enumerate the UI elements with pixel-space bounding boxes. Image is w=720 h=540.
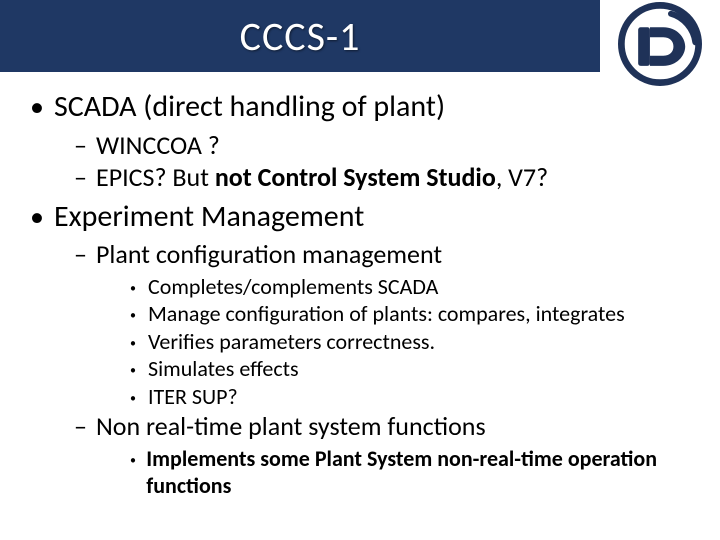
- bullet-dash-icon: –: [74, 410, 96, 442]
- bullet-dot-icon: •: [130, 392, 148, 406]
- bullet-text: Verifies parameters correctness.: [148, 328, 435, 356]
- logo-icon: [618, 2, 702, 86]
- bullet-text: Non real-time plant system functions: [96, 410, 486, 443]
- bullet-text: EPICS? But not Control System Studio, V7…: [96, 161, 548, 194]
- bullet-text: SCADA (direct handling of plant): [54, 90, 445, 125]
- list-item: •Simulates effects: [130, 355, 690, 383]
- list-item: •ITER SUP?: [130, 383, 690, 411]
- slide: CCCS-1 • SCADA (direct handling of plant…: [0, 0, 720, 540]
- bullet-dot-icon: •: [130, 364, 148, 378]
- bullet-dash-icon: –: [74, 161, 96, 193]
- list-item: – Non real-time plant system functions •…: [74, 410, 690, 500]
- bullet-dot-icon: •: [130, 309, 148, 323]
- bullet-text: Experiment Management: [54, 200, 364, 235]
- bullet-dash-icon: –: [74, 238, 96, 270]
- bullet-text: Implements some Plant System non-real-ti…: [146, 445, 690, 500]
- content-area: • SCADA (direct handling of plant) – WIN…: [30, 90, 690, 506]
- list-item: • Experiment Management – Plant configur…: [30, 200, 690, 500]
- bullet-dot-icon: •: [30, 203, 54, 231]
- list-item: – EPICS? But not Control System Studio, …: [74, 161, 690, 194]
- bullet-text: WINCCOA ?: [96, 129, 220, 162]
- title-bar: CCCS-1: [0, 0, 600, 72]
- bullet-dot-icon: •: [130, 454, 146, 468]
- bullet-dot-icon: •: [30, 93, 54, 121]
- bullet-text: Completes/complements SCADA: [148, 273, 438, 301]
- list-item: •Completes/complements SCADA: [130, 273, 690, 301]
- bullet-dot-icon: •: [130, 282, 148, 296]
- list-item: •Implements some Plant System non-real-t…: [130, 445, 690, 500]
- list-item: •Verifies parameters correctness.: [130, 328, 690, 356]
- bullet-text: ITER SUP?: [148, 383, 238, 411]
- list-item: • SCADA (direct handling of plant) – WIN…: [30, 90, 690, 194]
- bullet-dot-icon: •: [130, 337, 148, 351]
- bullet-dash-icon: –: [74, 129, 96, 161]
- slide-title: CCCS-1: [240, 12, 361, 61]
- list-item: – WINCCOA ?: [74, 129, 690, 162]
- list-item: – Plant configuration management •Comple…: [74, 238, 690, 410]
- bullet-list: • SCADA (direct handling of plant) – WIN…: [30, 90, 690, 500]
- bullet-text: Manage configuration of plants: compares…: [148, 300, 625, 328]
- list-item: •Manage configuration of plants: compare…: [130, 300, 690, 328]
- bullet-text: Simulates effects: [148, 355, 299, 383]
- bullet-text: Plant configuration management: [96, 238, 442, 271]
